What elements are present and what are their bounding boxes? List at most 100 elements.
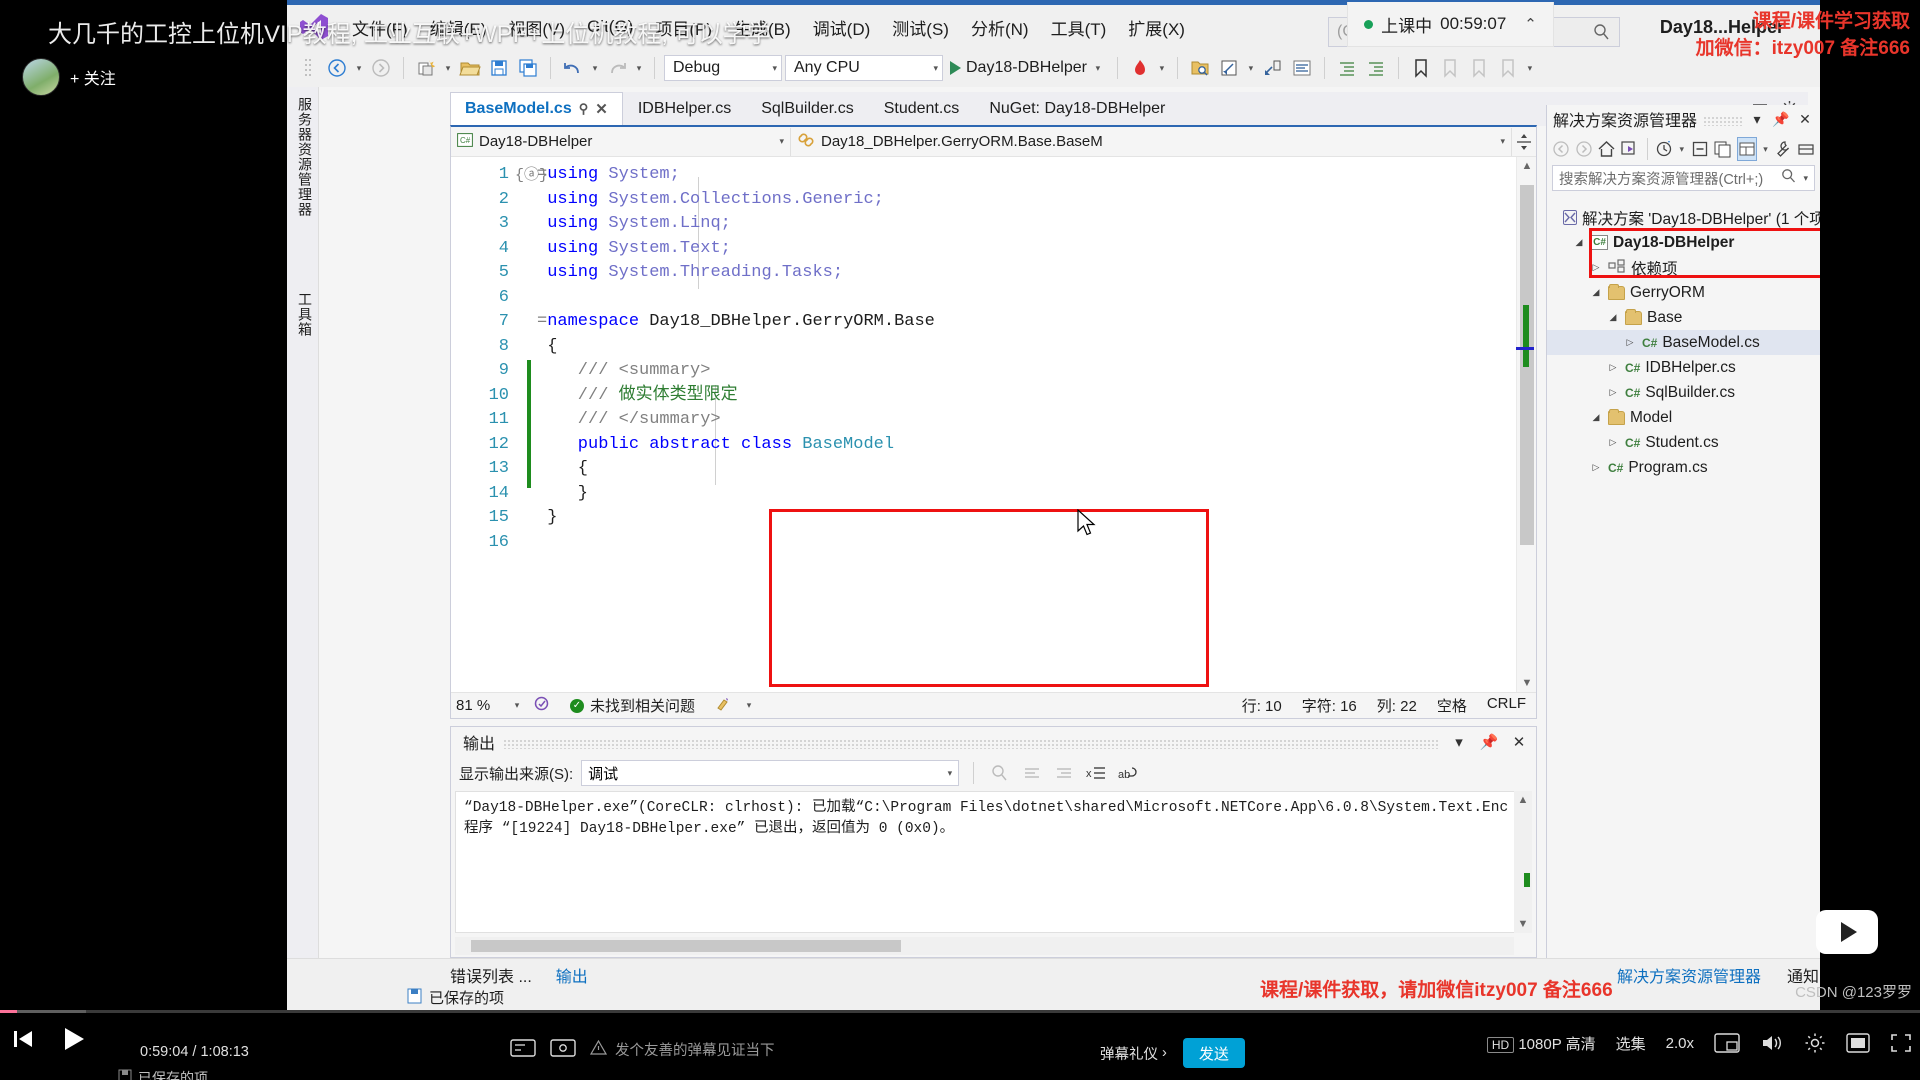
previous-episode-button[interactable] — [10, 1026, 36, 1052]
indentation-indicator[interactable]: 空格 — [1427, 695, 1477, 716]
output-find-icon[interactable] — [988, 761, 1012, 785]
class-status-pill[interactable]: 上课中 00:59:07 ⌃ — [1347, 2, 1554, 47]
solution-tree-item[interactable]: ▷C#Program.cs — [1547, 455, 1820, 480]
code-line[interactable]: /// </summary> — [537, 408, 721, 433]
chevron-down-icon[interactable]: ▾ — [1500, 136, 1505, 147]
solution-tree-item[interactable]: ◢GerryORM — [1547, 280, 1820, 305]
navigate-back-icon[interactable] — [1552, 137, 1570, 161]
pin-icon[interactable]: 📌 — [1478, 733, 1500, 751]
code-line[interactable]: using System.Threading.Tasks; — [537, 261, 843, 286]
volume-icon[interactable] — [1760, 1033, 1784, 1053]
expand-arrow-closed-icon[interactable]: ▷ — [1623, 337, 1637, 348]
code-line[interactable]: { — [537, 457, 588, 482]
tab-basemodel[interactable]: BaseModel.cs ⚲ ✕ — [450, 92, 623, 126]
redo-caret-icon[interactable]: ▾ — [633, 63, 645, 74]
run-caret-icon[interactable]: ▾ — [1092, 63, 1104, 74]
chevron-down-icon[interactable]: ▾ — [921, 63, 938, 74]
output-horizontal-scrollbar[interactable] — [455, 937, 1514, 955]
pin-icon[interactable]: 📌 — [1772, 111, 1790, 128]
properties-icon[interactable] — [1737, 137, 1757, 161]
new-project-icon[interactable] — [413, 55, 439, 81]
eol-indicator[interactable]: CRLF — [1477, 695, 1536, 716]
code-cleanup-icon[interactable] — [705, 696, 743, 716]
goto-definition-icon[interactable] — [1260, 55, 1286, 81]
code-line[interactable]: /// <summary> — [537, 359, 710, 384]
open-file-icon[interactable] — [457, 55, 483, 81]
editor-status-bar[interactable]: 81 % ▾ ✓ 未找到相关问题 ▾ 行: 10 字符: — [451, 692, 1536, 718]
wrench-icon[interactable] — [1774, 137, 1792, 161]
status-tab-output[interactable]: 输出 — [556, 963, 588, 987]
scrollbar-thumb[interactable] — [471, 940, 901, 952]
undo-icon[interactable] — [560, 55, 586, 81]
code-line[interactable]: /// 做实体类型限定 — [537, 384, 738, 409]
code-line[interactable]: } — [537, 506, 557, 531]
output-window-header[interactable]: 输出 ▾ 📌 ✕ — [451, 727, 1536, 757]
cleanup-caret-icon[interactable]: ▾ — [743, 700, 755, 711]
properties-caret-icon[interactable]: ▾ — [1761, 144, 1770, 155]
tab-idbhelper[interactable]: IDBHelper.cs — [623, 92, 746, 126]
expand-arrow-closed-icon[interactable]: ▷ — [1589, 462, 1603, 473]
code-line[interactable]: =namespace Day18_DBHelper.GerryORM.Base — [537, 310, 935, 335]
uploader-info[interactable]: + 关注 — [22, 58, 116, 96]
navigate-to-icon[interactable] — [1216, 55, 1242, 81]
code-line[interactable]: public abstract class BaseModel — [537, 433, 894, 458]
fullscreen-icon[interactable] — [1890, 1033, 1912, 1053]
save-all-icon[interactable] — [515, 55, 541, 81]
redo-icon[interactable] — [604, 55, 630, 81]
pending-caret-icon[interactable]: ▾ — [1677, 144, 1686, 155]
solution-explorer-toolbar[interactable]: ▾ ▾ — [1547, 133, 1820, 165]
settings-gear-icon[interactable] — [1804, 1032, 1826, 1054]
status-tab-error-list[interactable]: 错误列表 ... — [450, 963, 532, 987]
solution-tree-item[interactable]: ◢Base — [1547, 305, 1820, 330]
solution-tree-item[interactable]: ▷依赖项 — [1547, 255, 1820, 280]
output-text[interactable]: “Day18-DBHelper.exe”(CoreCLR: clrhost): … — [455, 791, 1532, 933]
video-player-controls[interactable]: 0:59:04 / 1:08:13 已保存的项 发个友善的弹幕见证当下 — [0, 1010, 1920, 1080]
expand-arrow-closed-icon[interactable]: ▷ — [1606, 387, 1620, 398]
output-vertical-scrollbar[interactable]: ▲ ▼ — [1514, 791, 1532, 933]
output-window-toolbar[interactable]: 显示输出来源(S): 调试 ▾ — [451, 757, 1536, 789]
output-source-combo[interactable]: 调试 ▾ — [581, 760, 959, 786]
search-icon[interactable] — [1781, 168, 1797, 188]
expand-arrow-closed-icon[interactable]: ▷ — [1589, 262, 1603, 273]
solution-explorer-header[interactable]: 解决方案资源管理器 ▾ 📌 ✕ — [1547, 105, 1820, 133]
code-line[interactable]: using System.Text; — [537, 237, 731, 262]
chevron-down-icon[interactable]: ▾ — [1448, 733, 1470, 751]
danmaku-input[interactable]: 发个友善的弹幕见证当下 — [590, 1034, 1050, 1064]
expand-arrow-closed-icon[interactable]: ▷ — [1606, 437, 1620, 448]
sidebar-item-toolbox[interactable]: 工具箱 — [291, 292, 315, 372]
code-text-area[interactable]: {ⓐ} 1=using System;2 using System.Collec… — [451, 157, 1536, 692]
chevron-down-icon[interactable]: ▾ — [760, 63, 777, 74]
play-button[interactable] — [58, 1024, 88, 1054]
undo-caret-icon[interactable]: ▾ — [589, 63, 601, 74]
hot-reload-caret-icon[interactable]: ▾ — [1156, 63, 1168, 74]
pin-icon[interactable]: ⚲ — [579, 101, 589, 117]
status-tab-solution-explorer[interactable]: 解决方案资源管理器 — [1617, 963, 1761, 987]
watch-later-badge[interactable] — [1816, 910, 1878, 954]
home-icon[interactable] — [1597, 137, 1616, 161]
bookmark-icon[interactable] — [1408, 55, 1434, 81]
expand-arrow-closed-icon[interactable]: · — [1555, 213, 1558, 223]
chevron-down-icon[interactable]: ▾ — [1803, 173, 1808, 184]
solution-explorer-search-input[interactable]: 搜索解决方案资源管理器(Ctrl+;) ▾ — [1552, 165, 1815, 191]
navbar-member-combo[interactable]: Day18_DBHelper.GerryORM.Base.BaseM ▾ — [791, 128, 1512, 156]
navbar-project-combo[interactable]: C# Day18-DBHelper ▾ — [451, 128, 791, 156]
solution-tree[interactable]: ·解决方案 'Day18-DBHelper' (1 个项目，共 1 个)◢C#D… — [1547, 205, 1820, 958]
chevron-down-icon[interactable]: ▾ — [948, 768, 953, 779]
intellicode-icon[interactable] — [523, 695, 560, 716]
code-line[interactable]: =using System; — [537, 163, 680, 188]
toggle-word-wrap-icon[interactable]: ab — [1116, 761, 1140, 785]
solution-tree-item-selected[interactable]: ▷C#BaseModel.cs — [1547, 330, 1820, 355]
problems-status[interactable]: ✓ 未找到相关问题 — [560, 695, 705, 716]
output-tool-window[interactable]: 输出 ▾ 📌 ✕ 显示输出来源(S): 调试 ▾ — [450, 726, 1537, 958]
zoom-caret-icon[interactable]: ▾ — [511, 700, 523, 711]
expand-arrow-closed-icon[interactable]: ▷ — [1606, 362, 1620, 373]
navigate-back-icon[interactable] — [324, 55, 350, 81]
hot-reload-icon[interactable] — [1127, 55, 1153, 81]
visual-studio-window[interactable]: 文件(F) 编辑(E) 视图(V) Git(G) 项目(P) 生成(B) 调试(… — [287, 0, 1820, 1010]
web-fullscreen-icon[interactable] — [1846, 1033, 1870, 1053]
pending-changes-icon[interactable] — [1655, 137, 1673, 161]
chevron-up-icon[interactable]: ⌃ — [1524, 15, 1537, 33]
avatar[interactable] — [22, 58, 60, 96]
scroll-down-arrow-icon[interactable]: ▼ — [1514, 915, 1532, 933]
zoom-level[interactable]: 81 % — [451, 697, 511, 714]
